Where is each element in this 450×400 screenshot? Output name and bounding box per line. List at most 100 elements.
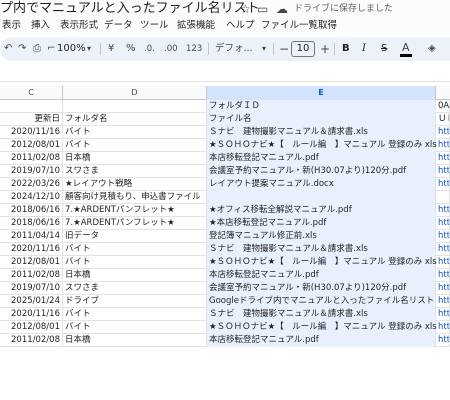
date-cell[interactable]: 2012/08/01 bbox=[0, 321, 63, 334]
url-cell[interactable]: http bbox=[436, 152, 450, 165]
filename-cell[interactable]: Googleドライブ内でマニュアルと入ったファイル名リスト bbox=[207, 295, 436, 308]
folder-cell[interactable]: 顧客向け見積もり、申込書ファイル bbox=[63, 191, 207, 204]
cell[interactable] bbox=[63, 100, 207, 113]
formula-bar[interactable] bbox=[0, 64, 450, 82]
url-cell[interactable]: http bbox=[436, 295, 450, 308]
url-cell[interactable]: http bbox=[436, 308, 450, 321]
date-cell[interactable]: 2022/03/26 bbox=[0, 178, 63, 191]
url-cell[interactable]: http bbox=[436, 334, 450, 347]
menu-extensions[interactable]: 拡張機能 bbox=[177, 18, 215, 34]
zoom-dropdown-icon[interactable]: ▾ bbox=[87, 37, 91, 61]
filename-cell[interactable]: ★ＳＯＨＯナビ★【 ルール編 】マニュアル 登録のみ xls bbox=[207, 321, 437, 334]
bold-button[interactable]: B bbox=[342, 37, 350, 61]
filename-cell[interactable]: ★本店移転登記マニュアル.pdf bbox=[207, 217, 436, 230]
column-header-d[interactable]: D bbox=[63, 86, 207, 100]
date-cell[interactable]: 2011/02/08 bbox=[0, 269, 63, 282]
menu-data[interactable]: データ bbox=[104, 18, 133, 34]
decrease-decimal-button[interactable]: .0. bbox=[144, 37, 155, 61]
url-cell[interactable]: http bbox=[436, 126, 450, 139]
filename-cell[interactable]: Ｓナビ 建物撮影マニュアル＆請求書.xls bbox=[207, 126, 436, 139]
decrease-font-size-icon[interactable]: − bbox=[279, 37, 289, 61]
date-cell[interactable]: 2011/02/08 bbox=[0, 334, 63, 347]
menu-format[interactable]: 表示形式 bbox=[60, 18, 98, 34]
date-cell[interactable]: 2024/12/10 bbox=[0, 191, 63, 204]
column-header-f[interactable] bbox=[436, 86, 450, 100]
date-cell[interactable]: 2020/11/16 bbox=[0, 126, 63, 139]
filename-cell[interactable]: 本店移転登記マニュアル.pdf bbox=[207, 152, 436, 165]
url-cell[interactable]: http bbox=[436, 139, 450, 152]
date-cell[interactable]: 2018/06/16 bbox=[0, 204, 63, 217]
move-folder-icon[interactable]: ▭ bbox=[257, 1, 268, 17]
column-header-e[interactable]: E bbox=[207, 86, 436, 100]
folder-cell[interactable]: 7.★ARDENTパンフレット★ bbox=[63, 217, 207, 230]
date-cell[interactable]: 2011/04/14 bbox=[0, 230, 63, 243]
increase-font-size-icon[interactable]: + bbox=[320, 37, 330, 61]
url-cell[interactable]: http bbox=[436, 269, 450, 282]
filename-cell[interactable]: レイアウト提案マニュアル.docx bbox=[207, 178, 436, 191]
date-cell[interactable]: 2011/02/08 bbox=[0, 152, 63, 165]
folder-header-cell[interactable]: フォルダ名 bbox=[63, 113, 207, 126]
url-cell[interactable]: http bbox=[436, 217, 450, 230]
folder-cell[interactable]: バイト bbox=[63, 139, 207, 152]
zoom-select[interactable]: 100% bbox=[57, 37, 86, 61]
number-format-button[interactable]: 123 bbox=[186, 37, 202, 61]
url-cell[interactable]: http bbox=[436, 178, 450, 191]
filename-cell[interactable]: ★オフィス移転全解説マニュアル.pdf bbox=[207, 204, 436, 217]
folder-id-value-cell[interactable]: 0AC bbox=[436, 100, 450, 113]
date-cell[interactable]: 2019/07/10 bbox=[0, 282, 63, 295]
font-size-input[interactable]: 10 bbox=[291, 41, 315, 57]
redo-icon[interactable]: ↷ bbox=[18, 37, 26, 61]
date-cell[interactable]: 2020/11/16 bbox=[0, 308, 63, 321]
date-cell[interactable]: 2018/06/16 bbox=[0, 217, 63, 230]
cell[interactable] bbox=[0, 100, 63, 113]
url-cell[interactable] bbox=[436, 191, 450, 204]
menu-file-list[interactable]: ファイル一覧取得 bbox=[261, 18, 337, 34]
folder-cell[interactable]: バイト bbox=[63, 256, 207, 269]
url-cell[interactable]: http bbox=[436, 243, 450, 256]
folder-cell[interactable]: バイト bbox=[63, 321, 207, 334]
paint-format-icon[interactable]: ⌐ bbox=[47, 37, 55, 61]
menu-help[interactable]: ヘルプ bbox=[226, 18, 255, 34]
italic-button[interactable]: I bbox=[362, 37, 366, 61]
strikethrough-button[interactable]: S bbox=[381, 37, 387, 61]
currency-format-button[interactable]: ¥ bbox=[108, 37, 114, 61]
font-select[interactable]: デフォ... bbox=[215, 37, 253, 61]
date-cell[interactable]: 2012/08/01 bbox=[0, 256, 63, 269]
increase-decimal-button[interactable]: .00 bbox=[164, 37, 178, 61]
filename-cell[interactable]: ★ＳＯＨＯナビ★【 ルール編 】マニュアル 登録のみ xls bbox=[207, 139, 437, 152]
fill-color-icon[interactable]: ◈ bbox=[428, 37, 436, 61]
star-icon[interactable]: ☆ bbox=[240, 1, 251, 17]
date-cell[interactable]: 2020/11/16 bbox=[0, 243, 63, 256]
folder-id-header-cell[interactable]: フォルダＩＤ bbox=[207, 100, 436, 113]
font-dropdown-icon[interactable]: ▾ bbox=[262, 37, 266, 61]
folder-cell[interactable]: 日本橋 bbox=[63, 269, 207, 282]
filename-header-cell[interactable]: ファイル名 bbox=[207, 113, 436, 126]
menu-tools[interactable]: ツール bbox=[140, 18, 169, 34]
folder-cell[interactable]: ★レイアウト戦略 bbox=[63, 178, 207, 191]
folder-cell[interactable]: 7.★ARDENTパンフレット★ bbox=[63, 204, 207, 217]
date-header-cell[interactable]: 更新日 bbox=[0, 113, 63, 126]
folder-cell[interactable]: スワさま bbox=[63, 165, 207, 178]
url-cell[interactable]: http bbox=[436, 282, 450, 295]
url-cell[interactable]: http bbox=[436, 256, 450, 269]
filename-cell[interactable]: ★ＳＯＨＯナビ★【 ルール編 】マニュアル 登録のみ xls bbox=[207, 256, 437, 269]
filename-cell[interactable]: 会議室予約マニュアル・新(H30.07より)120分.pdf bbox=[207, 282, 436, 295]
folder-cell[interactable]: バイト bbox=[63, 243, 207, 256]
filename-cell[interactable]: Ｓナビ 建物撮影マニュアル＆請求書.xls bbox=[207, 308, 436, 321]
filename-cell[interactable]: 本店移転登記マニュアル.pdf bbox=[207, 269, 436, 282]
filename-cell[interactable]: 登記簿マニュアル修正前.xls bbox=[207, 230, 436, 243]
url-cell[interactable]: http bbox=[436, 230, 450, 243]
document-title[interactable]: プ内でマニュアルと入ったファイル名リスト bbox=[0, 0, 260, 18]
cloud-saved-icon[interactable]: ☁ bbox=[276, 1, 288, 17]
filename-cell[interactable]: 本店移転登記マニュアル.pdf bbox=[207, 334, 436, 347]
filename-cell[interactable]: 会議室予約マニュアル・新(H30.07より)120分.pdf bbox=[207, 165, 436, 178]
url-cell[interactable]: http bbox=[436, 204, 450, 217]
url-cell[interactable]: http bbox=[436, 321, 450, 334]
filename-cell[interactable]: Ｓナビ 建物撮影マニュアル＆請求書.xls bbox=[207, 243, 436, 256]
column-header-c[interactable]: C bbox=[0, 86, 63, 100]
url-header-cell[interactable]: ＵＲ bbox=[436, 113, 450, 126]
filename-cell[interactable] bbox=[207, 191, 436, 204]
folder-cell[interactable]: スワさま bbox=[63, 282, 207, 295]
date-cell[interactable]: 2019/07/10 bbox=[0, 165, 63, 178]
url-cell[interactable]: http bbox=[436, 165, 450, 178]
